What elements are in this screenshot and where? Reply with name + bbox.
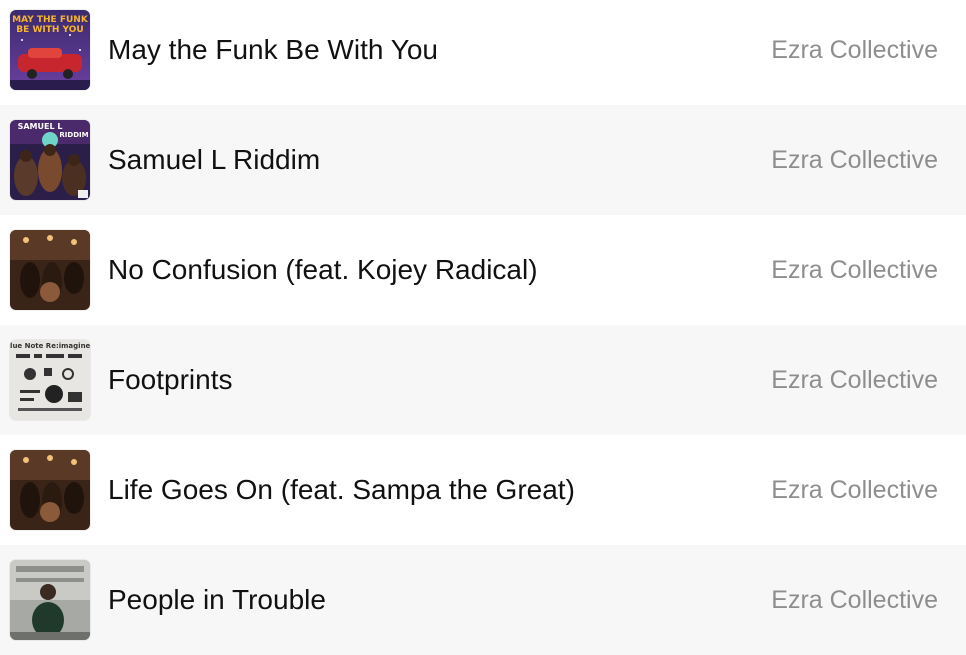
track-title[interactable]: May the Funk Be With You — [108, 0, 438, 105]
track-row[interactable]: MAY THE FUNK BE WITH YOU May the Funk Be… — [0, 0, 966, 105]
svg-text:BE WITH YOU: BE WITH YOU — [16, 25, 83, 35]
track-row[interactable]: Life Goes On (feat. Sampa the Great) Ezr… — [0, 435, 966, 545]
track-row[interactable]: SAMUEL L RIDDIM Samuel L Riddim Ezra Col… — [0, 105, 966, 215]
band-photo-artwork — [10, 230, 90, 310]
blue-note-reimagined-artwork: Blue Note Re:imagined — [10, 340, 90, 420]
track-artist[interactable]: Ezra Collective — [771, 105, 938, 215]
svg-text:MAY THE FUNK: MAY THE FUNK — [12, 15, 89, 25]
track-row[interactable]: People in Trouble Ezra Collective — [0, 545, 966, 655]
track-title[interactable]: Samuel L Riddim — [108, 105, 320, 215]
svg-text:RIDDIM: RIDDIM — [59, 131, 88, 139]
track-artist[interactable]: Ezra Collective — [771, 435, 938, 545]
track-artist[interactable]: Ezra Collective — [771, 0, 938, 105]
track-artist[interactable]: Ezra Collective — [771, 325, 938, 435]
track-artist[interactable]: Ezra Collective — [771, 215, 938, 325]
track-row[interactable]: Blue Note Re:imagined Footprints Ezra Co… — [0, 325, 966, 435]
track-title[interactable]: Life Goes On (feat. Sampa the Great) — [108, 435, 575, 545]
samuel-l-riddim-artwork: SAMUEL L RIDDIM — [10, 120, 90, 200]
track-row[interactable]: No Confusion (feat. Kojey Radical) Ezra … — [0, 215, 966, 325]
band-photo-artwork — [10, 450, 90, 530]
may-the-funk-artwork: MAY THE FUNK BE WITH YOU — [10, 10, 90, 90]
portrait-photo-artwork — [10, 560, 90, 640]
track-artist[interactable]: Ezra Collective — [771, 545, 938, 655]
track-list: MAY THE FUNK BE WITH YOU May the Funk Be… — [0, 0, 966, 655]
svg-text:Blue Note Re:imagined: Blue Note Re:imagined — [10, 342, 90, 350]
track-title[interactable]: Footprints — [108, 325, 233, 435]
svg-text:SAMUEL L: SAMUEL L — [18, 122, 63, 131]
track-title[interactable]: No Confusion (feat. Kojey Radical) — [108, 215, 538, 325]
track-title[interactable]: People in Trouble — [108, 545, 326, 655]
